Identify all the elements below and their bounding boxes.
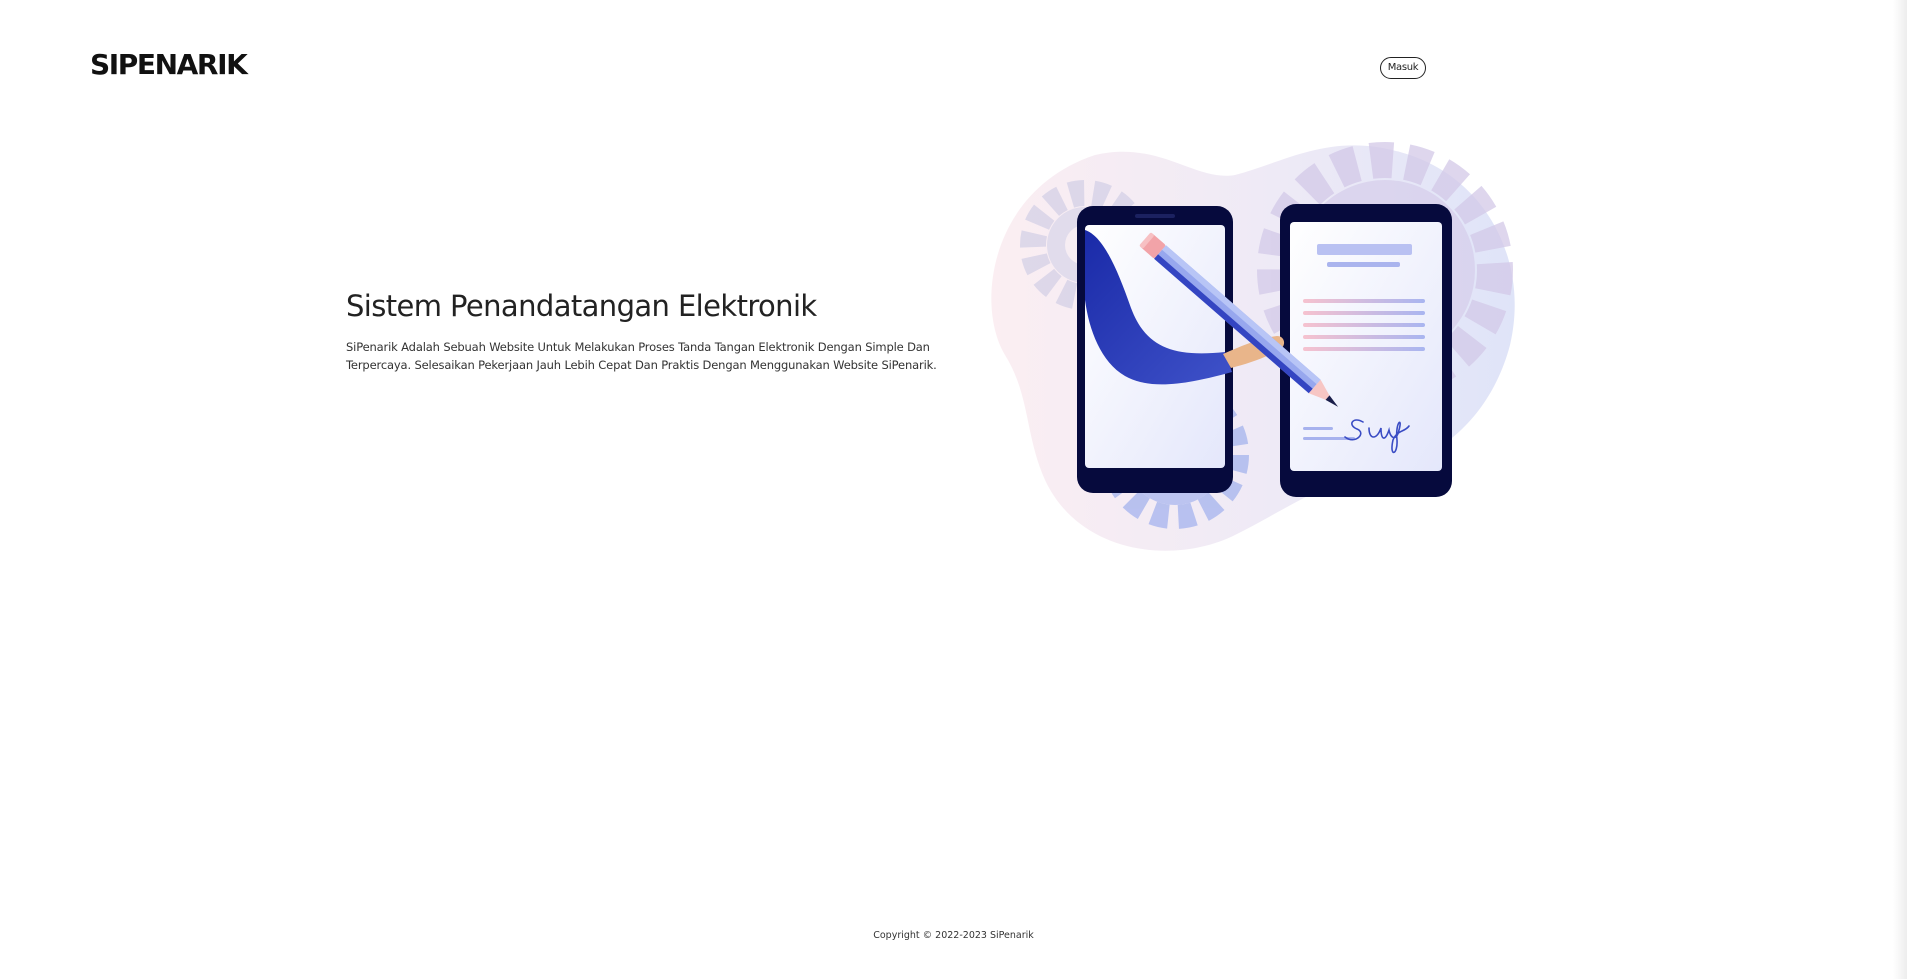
login-button[interactable]: Masuk	[1380, 57, 1426, 79]
electronic-signature-illustration	[985, 140, 1525, 555]
scrollbar-shadow	[1893, 0, 1907, 979]
landing-page: SIPENARIK Masuk Sistem Penandatangan Ele…	[0, 0, 1907, 979]
illustration-svg	[991, 142, 1515, 551]
hero-title: Sistem Penandatangan Elektronik	[346, 289, 817, 323]
footer-copyright: Copyright © 2022-2023 SiPenarik	[873, 930, 1034, 941]
brand-logo[interactable]: SIPENARIK	[90, 48, 248, 82]
hero-description: SiPenarik Adalah Sebuah Website Untuk Me…	[346, 340, 937, 372]
right-phone	[1280, 204, 1452, 497]
